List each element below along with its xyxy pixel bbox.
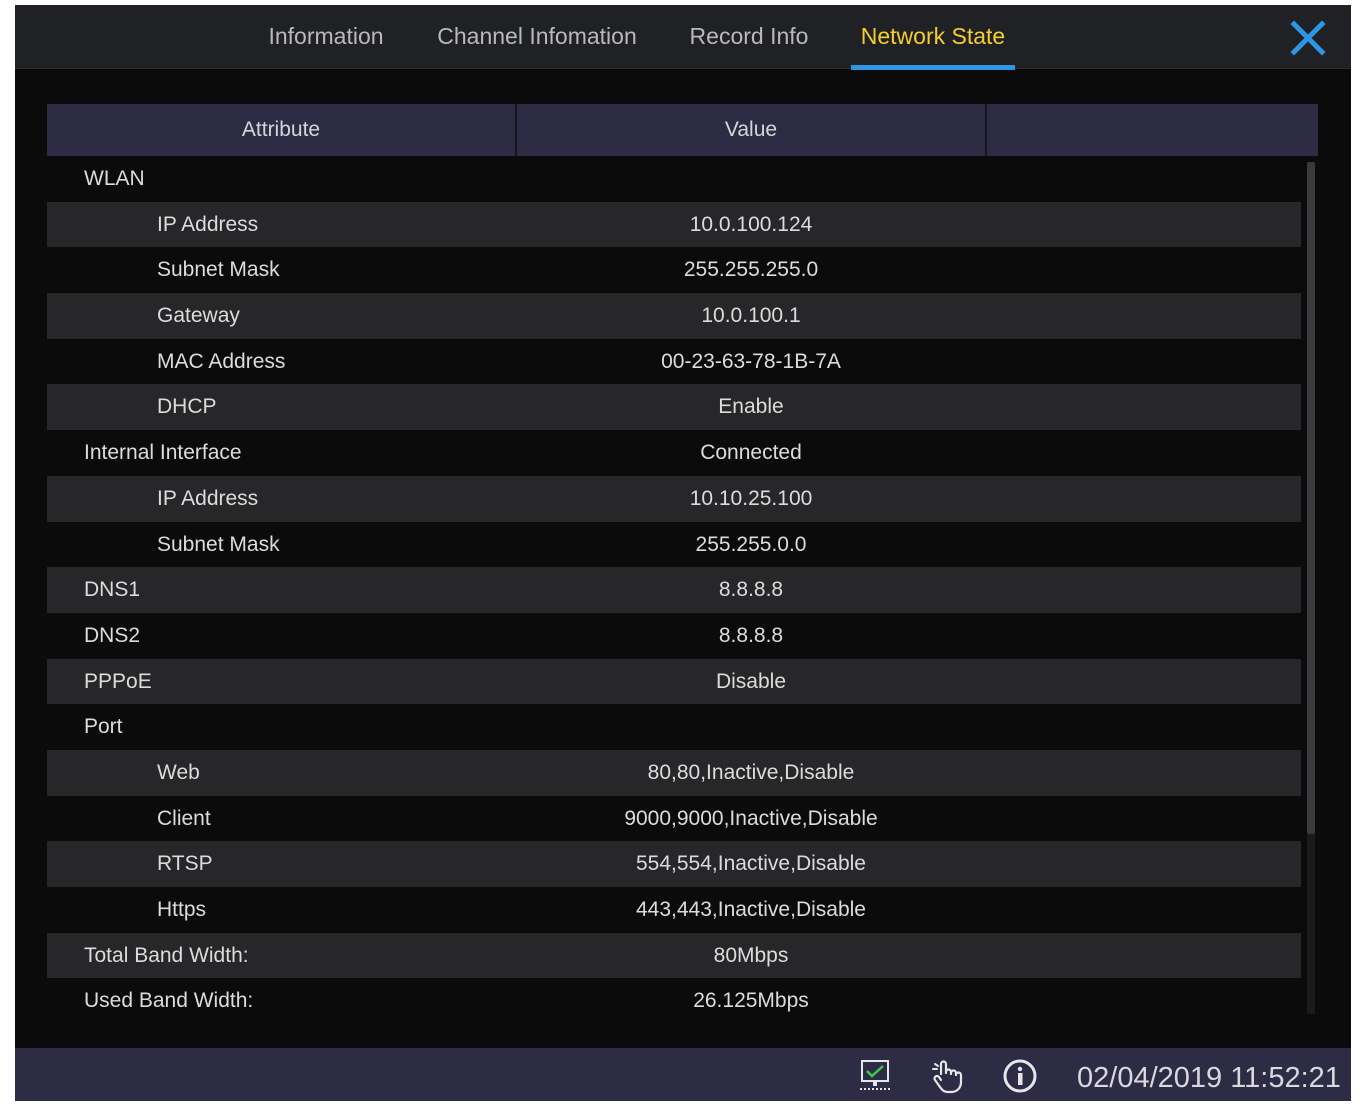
row-value: 80Mbps	[713, 943, 789, 967]
system-info-button[interactable]	[1002, 1058, 1038, 1094]
system-clock: 02/04/2019 11:52:21	[1077, 1062, 1341, 1094]
row-value: 554,554,Inactive,Disable	[636, 852, 866, 876]
row-value: Enable	[718, 395, 784, 419]
table-row: DHCP Enable	[47, 384, 1301, 431]
table-row: Subnet Mask 255.255.255.0	[47, 247, 1301, 294]
scrollbar-thumb[interactable]	[1307, 162, 1315, 834]
row-value	[516, 704, 986, 750]
tab-bar: Information Channel Infomation Record In…	[15, 5, 1351, 70]
row-value: Disable	[715, 669, 787, 693]
close-button[interactable]	[1289, 19, 1327, 57]
column-header-attribute: Attribute	[241, 118, 321, 141]
row-value: 9000,9000,Inactive,Disable	[624, 806, 878, 830]
table-row: Used Band Width: 26.125Mbps	[47, 978, 1301, 1021]
table-row: Total Band Width: 80Mbps	[47, 932, 1301, 979]
tab-network-state[interactable]: Network State	[851, 5, 1015, 70]
table-header: Attribute Value	[47, 104, 1318, 156]
row-value: 26.125Mbps	[693, 989, 809, 1013]
network-state-window: Information Channel Infomation Record In…	[15, 5, 1351, 1101]
row-attribute: Total Band Width:	[84, 943, 249, 967]
row-value: 10.0.100.124	[689, 212, 813, 236]
table-row: Internal Interface Connected	[47, 430, 1301, 476]
network-state-table: Attribute Value WLAN IP Address 10.0.100.1…	[47, 104, 1319, 1021]
hand-pointer-icon	[932, 1060, 963, 1094]
row-value: 255.255.255.0	[683, 258, 819, 282]
table-row: MAC Address 00-23-63-78-1B-7A	[47, 338, 1301, 385]
table-row: Web 80,80,Inactive,Disable	[47, 749, 1301, 796]
row-value	[516, 156, 986, 202]
row-attribute: Used Band Width:	[84, 989, 254, 1013]
row-value: 443,443,Inactive,Disable	[636, 898, 866, 921]
row-attribute: IP Address	[157, 486, 259, 510]
table-row: RTSP 554,554,Inactive,Disable	[47, 841, 1301, 887]
network-status-button[interactable]	[857, 1058, 893, 1094]
row-value: 255.255.0.0	[695, 532, 807, 556]
table-row: Subnet Mask 255.255.0.0	[47, 521, 1301, 568]
table-row: IP Address 10.10.25.100	[47, 475, 1301, 522]
row-attribute: Internal Interface	[84, 441, 242, 465]
info-icon	[1003, 1059, 1037, 1093]
row-attribute: DHCP	[157, 395, 217, 419]
table-row: WLAN	[47, 156, 1301, 202]
table-row: IP Address 10.0.100.124	[47, 201, 1301, 248]
status-bar: 02/04/2019 11:52:21	[15, 1048, 1351, 1101]
close-icon	[1290, 20, 1326, 56]
tab-information[interactable]: Information	[253, 5, 399, 68]
row-value: Connected	[700, 441, 802, 465]
table-row: PPPoE Disable	[47, 658, 1301, 705]
column-header-value: Value	[724, 118, 778, 141]
row-attribute: Web	[157, 760, 200, 784]
table-scrollbar[interactable]	[1304, 156, 1318, 1021]
row-value: 80,80,Inactive,Disable	[647, 760, 855, 784]
row-attribute: DNS2	[84, 623, 141, 647]
row-attribute: PPPoE	[84, 669, 152, 693]
row-attribute: Subnet Mask	[157, 258, 280, 282]
tab-channel-infomation[interactable]: Channel Infomation	[427, 5, 647, 68]
row-attribute: DNS1	[84, 578, 141, 602]
row-attribute: Https	[157, 898, 207, 921]
row-attribute: Gateway	[157, 304, 240, 328]
column-header-extra	[987, 104, 1318, 156]
row-value: 10.0.100.1	[701, 304, 801, 328]
row-attribute: MAC Address	[157, 349, 286, 373]
row-attribute: WLAN	[84, 167, 145, 190]
table-row: DNS1 8.8.8.8	[47, 567, 1301, 613]
row-attribute: RTSP	[157, 852, 213, 876]
mouse-mode-button[interactable]	[929, 1058, 965, 1094]
table-row: Https 443,443,Inactive,Disable	[47, 887, 1301, 933]
row-value: 8.8.8.8	[718, 623, 784, 647]
table-row: Client 9000,9000,Inactive,Disable	[47, 795, 1301, 842]
tab-record-info[interactable]: Record Info	[679, 5, 819, 68]
row-attribute: Port	[84, 715, 123, 739]
row-attribute: Subnet Mask	[157, 532, 280, 556]
row-value: 8.8.8.8	[718, 578, 784, 602]
table-row: DNS2 8.8.8.8	[47, 612, 1301, 659]
network-monitor-icon	[860, 1060, 890, 1090]
table-body: WLAN IP Address 10.0.100.124 Subnet Mask 255…	[47, 156, 1301, 1021]
table-row: Gateway 10.0.100.1	[47, 293, 1301, 339]
row-attribute: Client	[157, 806, 211, 830]
row-value: 00-23-63-78-1B-7A	[661, 349, 841, 373]
table-row: Port	[47, 704, 1301, 750]
row-value: 10.10.25.100	[689, 486, 813, 510]
row-attribute: IP Address	[157, 212, 259, 236]
